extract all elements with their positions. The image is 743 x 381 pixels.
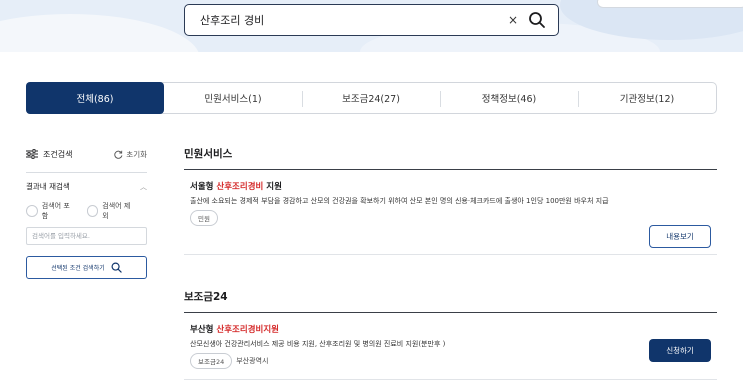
- refresh-icon: [114, 150, 123, 159]
- view-details-button[interactable]: 내용보기: [649, 225, 711, 248]
- category-tabs: 전체(86) 민원서비스(1) 보조금24(27) 정책정보(46) 기관정보(…: [26, 82, 717, 114]
- keyword-highlight: 산후조리경비지원: [216, 325, 279, 335]
- result-item: 부산형 산후조리경비지원 산모신생아 건강관리서비스 제공 비용 지원, 산후조…: [184, 313, 717, 379]
- result-item: 서울형 산후조리경비 지원 출산에 소요되는 경제적 부담을 경감하고 산모의 …: [184, 170, 717, 254]
- tab-subsidy24[interactable]: 보조금24(27): [302, 83, 440, 113]
- chevron-up-icon: ︿: [140, 182, 147, 191]
- agency-name: 부산광역시: [236, 357, 269, 365]
- item-divider: [184, 254, 717, 255]
- search-icon[interactable]: [528, 11, 546, 29]
- result-title[interactable]: 부산형 산후조리경비지원: [190, 323, 717, 335]
- include-radio[interactable]: [26, 205, 38, 217]
- tab-all[interactable]: 전체(86): [26, 82, 164, 114]
- result-title[interactable]: 서울형 산후조리경비 지원: [190, 180, 717, 192]
- clear-icon[interactable]: ×: [508, 14, 518, 26]
- tab-policy-info[interactable]: 정책정보(46): [440, 83, 578, 113]
- include-exclude-options: 검색어 포함 검색어 제외: [26, 201, 147, 221]
- item-divider: [184, 379, 717, 380]
- result-description: 산모신생아 건강관리서비스 제공 비용 지원, 산후조리원 및 병의원 진료비 …: [190, 340, 446, 348]
- search-hero: ×: [0, 0, 743, 52]
- reset-label: 초기화: [126, 149, 147, 159]
- refine-keyword-input[interactable]: [26, 227, 147, 245]
- section-title-subsidy24: 보조금24: [184, 291, 228, 303]
- search-box: ×: [184, 4, 559, 36]
- search-icon: [111, 262, 122, 273]
- filter-title: 조건검색: [43, 149, 73, 159]
- section-title-civil-service: 민원서비스: [184, 148, 233, 160]
- apply-button[interactable]: 신청하기: [649, 339, 711, 362]
- tab-civil-service[interactable]: 민원서비스(1): [164, 83, 302, 113]
- refine-section-toggle[interactable]: 결과내 재검색 ︿: [26, 181, 147, 192]
- category-tag: 민원: [190, 210, 218, 226]
- tab-agency-info[interactable]: 기관정보(12): [578, 83, 716, 113]
- divider: [26, 172, 147, 173]
- result-description: 출산에 소요되는 경제적 부담을 경감하고 산모의 건강권을 확보하기 위하여 …: [190, 197, 609, 205]
- include-label: 검색어 포함: [41, 202, 70, 220]
- filter-sliders-icon: [26, 149, 38, 159]
- filter-panel: 조건검색 초기화 결과내 재검색 ︿ 검색어 포함 검색어 제외 선택된 조건 …: [26, 146, 147, 279]
- results-main: 민원서비스 서울형 산후조리경비 지원 출산에 소요되는 경제적 부담을 경감하…: [184, 146, 717, 380]
- category-tag: 보조금24: [190, 353, 233, 369]
- search-input[interactable]: [185, 5, 495, 35]
- exclude-radio[interactable]: [86, 205, 99, 217]
- keyword-highlight: 산후조리경비: [216, 182, 264, 192]
- apply-filter-label: 선택된 조건 검색하기: [51, 265, 105, 272]
- apply-filter-button[interactable]: 선택된 조건 검색하기: [26, 256, 147, 279]
- reset-button[interactable]: 초기화: [114, 149, 147, 160]
- exclude-label: 검색어 제외: [102, 202, 131, 220]
- refine-section-title: 결과내 재검색: [26, 182, 70, 191]
- top-chip: [597, 0, 743, 8]
